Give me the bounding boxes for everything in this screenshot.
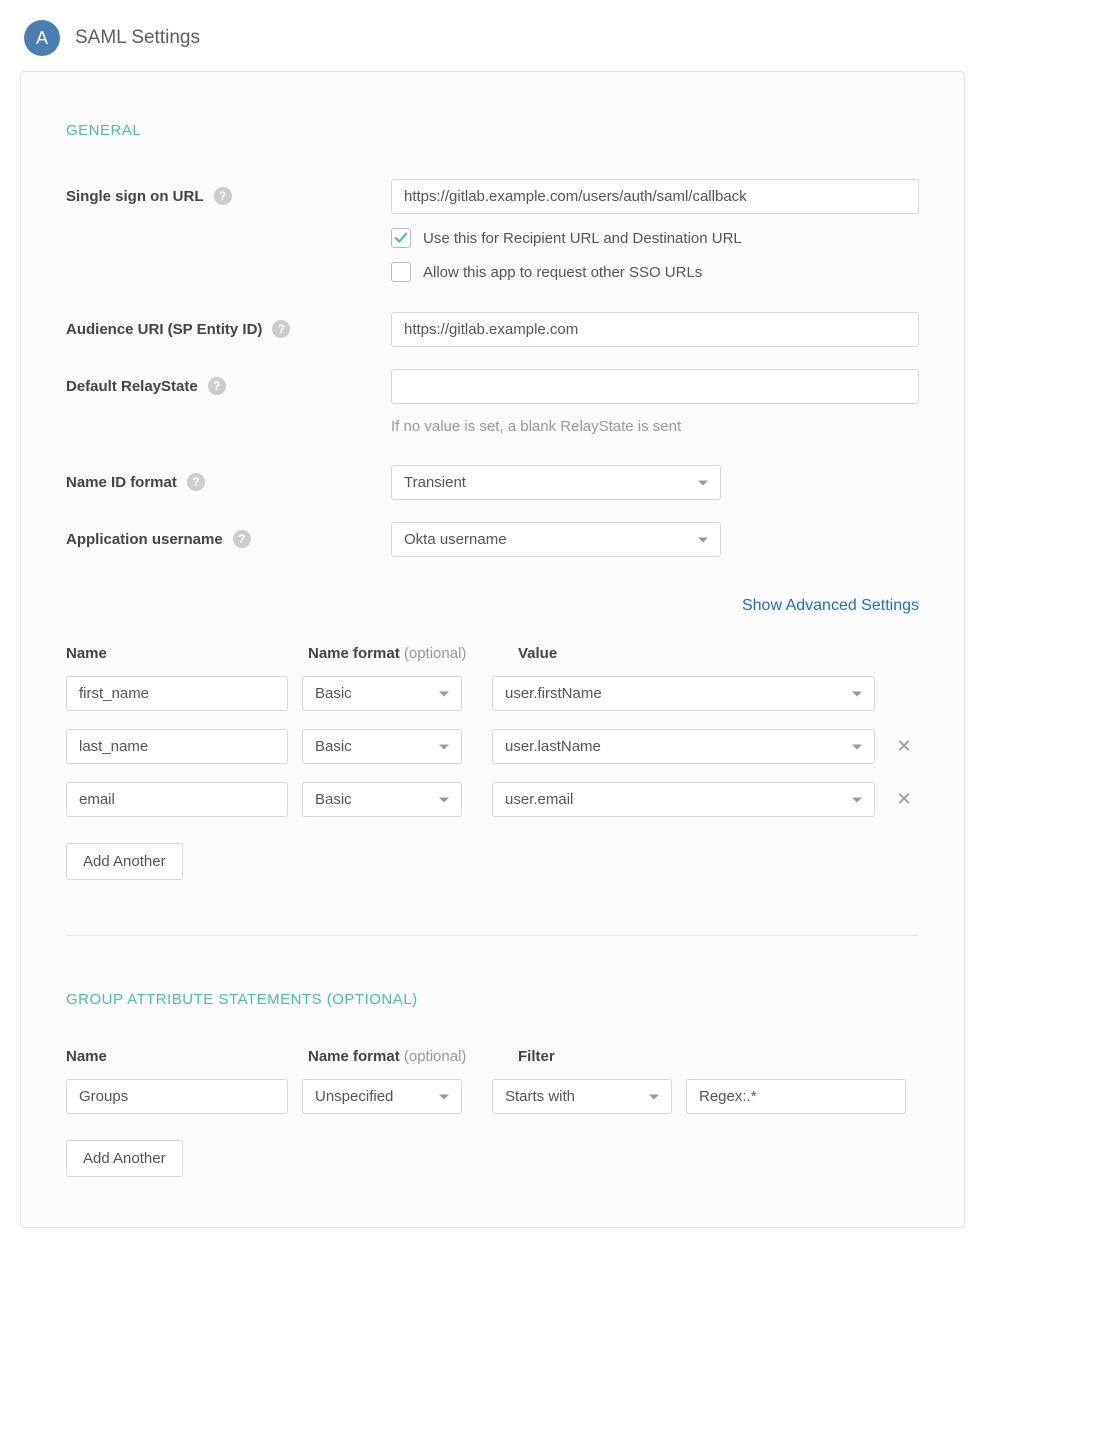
- row-app-username: Application username ? Okta username: [66, 522, 919, 557]
- relay-state-input[interactable]: [391, 369, 919, 404]
- group-attribute-table: Name Name format (optional) Filter Unspe…: [66, 1048, 919, 1177]
- recipient-url-checkbox-label: Use this for Recipient URL and Destinati…: [423, 230, 742, 247]
- other-sso-checkbox[interactable]: [391, 262, 411, 282]
- section-heading-general: GENERAL: [66, 122, 919, 139]
- attr-header-name: Name: [66, 645, 288, 662]
- group-filter-type-select[interactable]: Starts with: [492, 1079, 672, 1114]
- section-heading-group-attrs: GROUP ATTRIBUTE STATEMENTS (OPTIONAL): [66, 991, 919, 1008]
- attr-value-select[interactable]: user.lastName: [492, 729, 875, 764]
- avatar: A: [24, 20, 60, 56]
- attr-value-select[interactable]: user.firstName: [492, 676, 875, 711]
- attr-name-input[interactable]: [66, 676, 288, 711]
- label-app-username: Application username: [66, 531, 223, 548]
- attr-format-select[interactable]: Basic: [302, 729, 462, 764]
- add-attribute-button[interactable]: Add Another: [66, 843, 183, 880]
- page-header: A SAML Settings: [20, 20, 1100, 56]
- attr-name-input[interactable]: [66, 782, 288, 817]
- grp-header-format: Name format (optional): [308, 1048, 468, 1065]
- remove-attribute-icon[interactable]: ✕: [896, 789, 911, 810]
- label-relay-state: Default RelayState: [66, 378, 198, 395]
- attr-value-select[interactable]: user.email: [492, 782, 875, 817]
- remove-attribute-icon[interactable]: ✕: [896, 736, 911, 757]
- row-sso-url: Single sign on URL ? Use this for Recipi…: [66, 179, 919, 282]
- row-audience-uri: Audience URI (SP Entity ID) ?: [66, 312, 919, 347]
- help-icon[interactable]: ?: [187, 473, 205, 491]
- attr-header-format: Name format (optional): [308, 645, 468, 662]
- attr-name-input[interactable]: [66, 729, 288, 764]
- check-icon: [394, 231, 408, 245]
- label-audience-uri: Audience URI (SP Entity ID): [66, 321, 262, 338]
- attribute-row: Basic user.email ✕: [66, 782, 919, 817]
- divider: [66, 935, 919, 936]
- group-attribute-row: Unspecified Starts with: [66, 1079, 919, 1114]
- name-id-format-select[interactable]: Transient: [391, 465, 721, 500]
- attribute-row: Basic user.firstName: [66, 676, 919, 711]
- attribute-row: Basic user.lastName ✕: [66, 729, 919, 764]
- row-name-id-format: Name ID format ? Transient: [66, 465, 919, 500]
- settings-panel: GENERAL Single sign on URL ? Use this fo…: [20, 71, 965, 1228]
- grp-header-filter: Filter: [518, 1048, 918, 1065]
- help-icon[interactable]: ?: [214, 187, 232, 205]
- add-group-attribute-button[interactable]: Add Another: [66, 1140, 183, 1177]
- show-advanced-settings-link[interactable]: Show Advanced Settings: [742, 597, 919, 614]
- relay-state-hint: If no value is set, a blank RelayState i…: [391, 418, 919, 435]
- group-name-input[interactable]: [66, 1079, 288, 1114]
- sso-url-input[interactable]: [391, 179, 919, 214]
- attribute-statements-table: Name Name format (optional) Value Basic …: [66, 645, 919, 880]
- help-icon[interactable]: ?: [272, 320, 290, 338]
- help-icon[interactable]: ?: [233, 530, 251, 548]
- page-title: SAML Settings: [75, 27, 200, 49]
- recipient-url-checkbox[interactable]: [391, 228, 411, 248]
- app-username-select[interactable]: Okta username: [391, 522, 721, 557]
- help-icon[interactable]: ?: [208, 377, 226, 395]
- row-relay-state: Default RelayState ? If no value is set,…: [66, 369, 919, 435]
- group-format-select[interactable]: Unspecified: [302, 1079, 462, 1114]
- attr-format-select[interactable]: Basic: [302, 782, 462, 817]
- label-sso-url: Single sign on URL: [66, 188, 204, 205]
- group-filter-value-input[interactable]: [686, 1079, 906, 1114]
- grp-header-name: Name: [66, 1048, 288, 1065]
- label-name-id-format: Name ID format: [66, 474, 177, 491]
- other-sso-checkbox-label: Allow this app to request other SSO URLs: [423, 264, 702, 281]
- attr-format-select[interactable]: Basic: [302, 676, 462, 711]
- attr-header-value: Value: [518, 645, 918, 662]
- audience-uri-input[interactable]: [391, 312, 919, 347]
